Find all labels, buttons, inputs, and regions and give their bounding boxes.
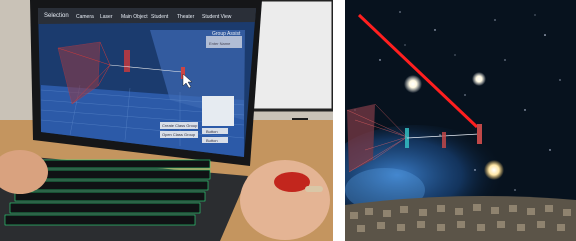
group-assist-title: Group Assist [212,31,241,37]
right-hand [240,160,330,240]
menu-camera: Camera [76,14,94,20]
laptop-scene [0,0,333,241]
left-photo-laptop: Selection Camera Laser Main Object Stude… [0,0,333,241]
red-mouse [274,172,310,192]
side-button-2: Button [206,138,218,143]
group-name-field: Enter Name [209,41,231,46]
menu-theater: Theater [177,14,195,20]
menu-selection: Selection [44,13,69,19]
dome-scene [345,0,576,241]
menu-student: Student [151,14,169,20]
menu-main-object: Main Object [121,14,148,20]
audience [345,196,576,241]
bright-star-3 [484,160,504,180]
menu-student-view: Student View [202,14,232,20]
right-photo-dome [345,0,576,241]
open-group-button: Open Class Group [162,132,196,137]
bright-star-2 [472,72,486,86]
menu-laser: Laser [100,14,113,20]
bright-star-1 [404,75,422,93]
create-group-button: Create Class Group [162,123,198,128]
side-button-1: Button [206,129,218,134]
laser-target [477,124,482,144]
